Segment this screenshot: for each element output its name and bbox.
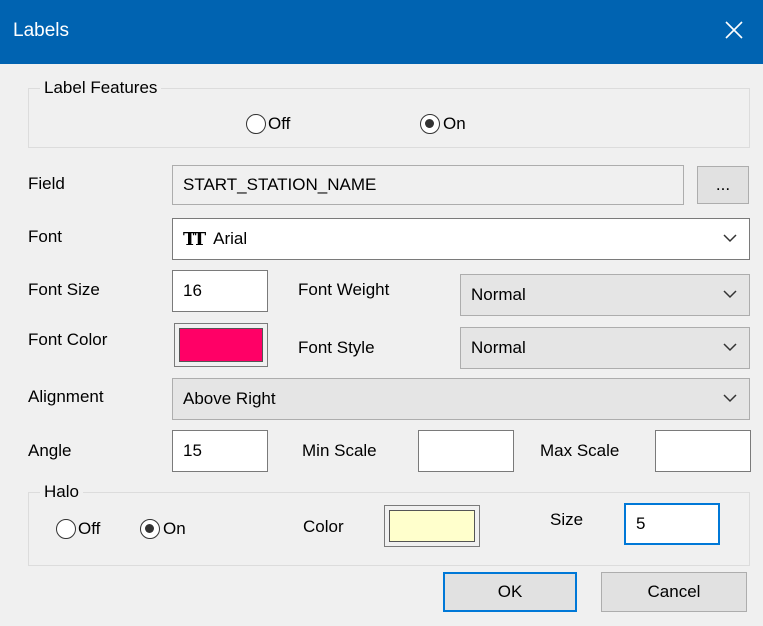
min-scale-label: Min Scale [302,441,377,460]
max-scale-label: Max Scale [540,441,620,460]
halo-off-radio[interactable] [56,519,76,539]
label-features-off-label[interactable]: Off [268,114,290,134]
halo-on-label[interactable]: On [163,519,186,539]
halo-off-label[interactable]: Off [78,519,100,539]
halo-on-radio[interactable] [140,519,160,539]
angle-input[interactable]: 15 [172,430,268,472]
field-label: Field [28,174,65,193]
font-style-value: Normal [471,338,526,357]
font-size-value: 16 [183,281,202,300]
cancel-button[interactable]: Cancel [601,572,747,612]
close-button[interactable] [703,0,763,64]
field-value: START_STATION_NAME [183,175,377,194]
max-scale-input[interactable] [655,430,751,472]
truetype-font-icon: TT [183,228,206,250]
angle-label: Angle [28,441,72,460]
font-size-label: Font Size [28,280,100,299]
label-features-off-radio[interactable] [246,114,266,134]
font-color-swatch [179,328,263,362]
min-scale-input[interactable] [418,430,514,472]
font-weight-value: Normal [471,285,526,304]
chevron-down-icon [723,394,737,403]
close-icon [725,21,743,39]
halo-size-input[interactable]: 5 [624,503,720,545]
halo-color-button[interactable] [384,505,480,547]
alignment-select[interactable]: Above Right [172,378,750,420]
font-label: Font [28,227,63,246]
label-features-on-radio[interactable] [420,114,440,134]
chevron-down-icon [723,290,737,299]
font-color-label: Font Color [28,330,108,349]
font-style-select[interactable]: Normal [460,327,750,369]
halo-size-label: Size [550,510,584,529]
font-weight-label: Font Weight [298,280,390,299]
field-input[interactable]: START_STATION_NAME [172,165,684,205]
halo-color-label: Color [303,517,344,536]
halo-legend: Halo [40,482,83,502]
cancel-button-label: Cancel [647,582,701,601]
font-color-button[interactable] [174,323,268,367]
browse-button-label: ... [715,175,731,194]
font-style-label: Font Style [298,338,375,357]
font-value: Arial [213,229,248,248]
alignment-value: Above Right [183,389,276,408]
label-features-on-label[interactable]: On [443,114,466,134]
font-size-input[interactable]: 16 [172,270,268,312]
halo-color-swatch [389,510,475,542]
title-bar: Labels [0,0,763,64]
window-title: Labels [13,20,69,41]
angle-value: 15 [183,441,202,460]
ok-button[interactable]: OK [443,572,577,612]
ok-button-label: OK [497,582,523,601]
halo-size-value: 5 [636,514,646,533]
label-features-legend: Label Features [40,78,162,98]
field-browse-button[interactable]: ... [697,166,749,204]
chevron-down-icon [723,234,737,243]
font-weight-select[interactable]: Normal [460,274,750,316]
alignment-label: Alignment [28,387,104,406]
font-select[interactable]: TT Arial [172,218,750,260]
chevron-down-icon [723,343,737,352]
